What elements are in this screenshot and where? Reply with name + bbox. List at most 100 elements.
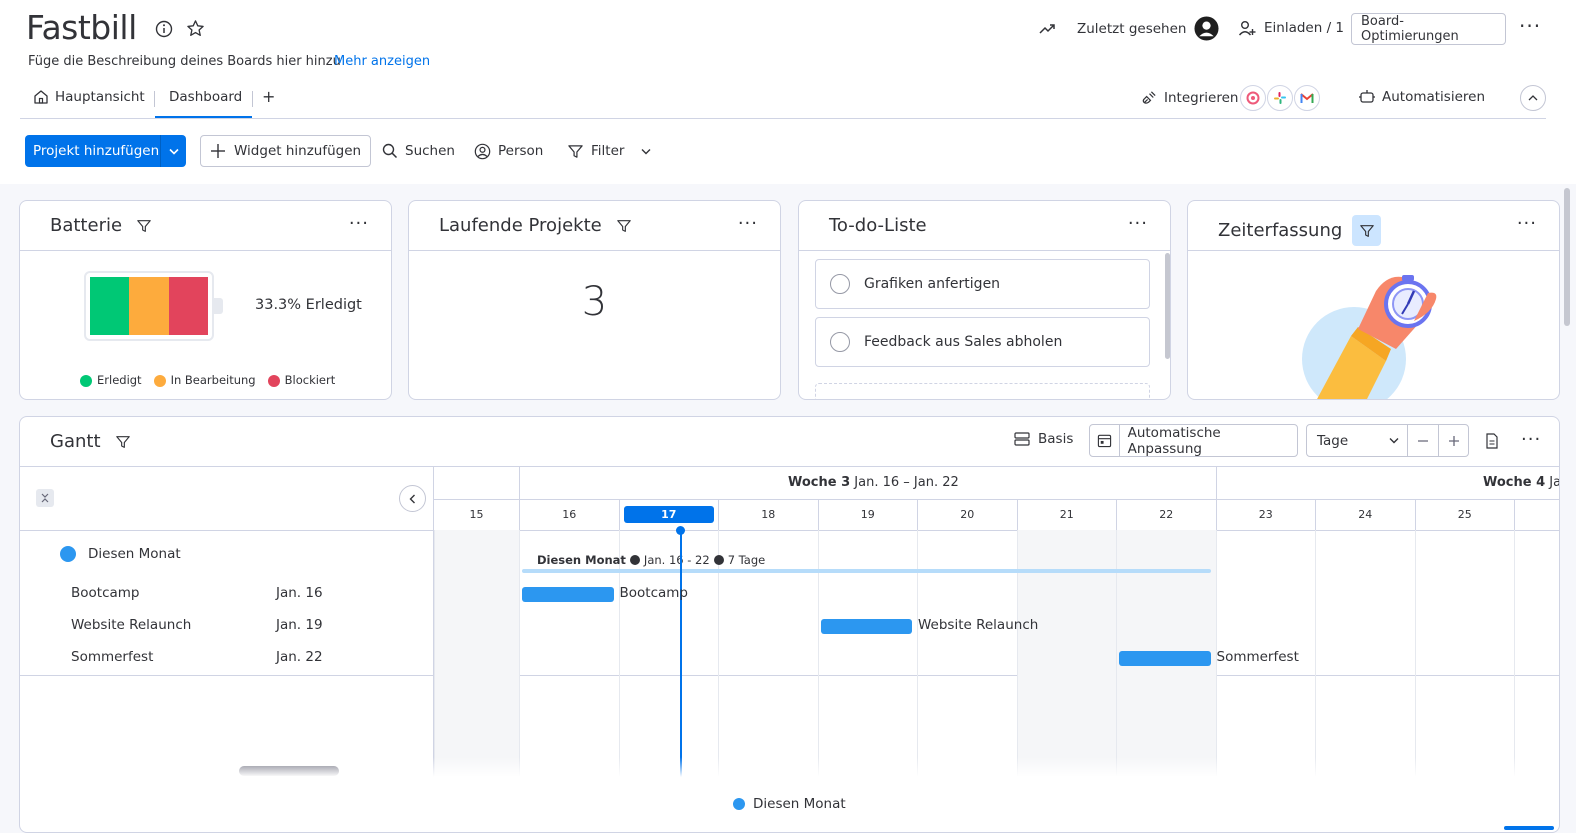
todo-item[interactable]: Grafiken anfertigen [815,259,1150,309]
gantt-bar[interactable] [820,619,912,634]
integration-app-icon [1240,85,1266,111]
zoom-out-button[interactable] [1407,425,1438,456]
filter-icon[interactable] [1352,215,1382,246]
last-seen-button[interactable]: Zuletzt gesehen [1077,16,1219,41]
widget-menu-icon[interactable]: ··· [1521,429,1541,450]
calendar-icon [1090,425,1120,456]
battery-segment-stuck [168,277,208,335]
todo-scrollbar[interactable] [1165,253,1170,359]
filter-button[interactable]: Filter [567,135,651,167]
item-name[interactable]: Sommerfest [71,649,153,665]
zoom-in-button[interactable] [1438,425,1469,456]
filter-icon[interactable] [616,218,632,234]
add-widget-label: Widget hinzufügen [234,143,362,159]
add-project-dropdown[interactable] [160,135,186,167]
add-user-icon [1238,19,1256,37]
info-icon[interactable] [155,20,173,38]
board-description[interactable]: Füge die Beschreibung deines Boards hier… [28,54,341,69]
add-view-button[interactable]: + [262,87,275,106]
filter-icon[interactable] [136,218,152,234]
add-project-button[interactable]: Projekt hinzufügen [25,135,186,167]
gantt-bar[interactable] [522,587,614,602]
todo-new-item[interactable] [815,383,1150,399]
today-pill: 17 [623,506,714,523]
board-optimizations-button[interactable]: Board-Optimierungen [1351,13,1506,45]
invite-button[interactable]: Einladen / 1 [1238,19,1344,37]
today-dot [676,526,685,535]
collapse-header-button[interactable] [1520,85,1546,111]
todo-item[interactable]: Feedback aus Sales abholen [815,317,1150,367]
day-column [917,530,1017,776]
gantt-bar[interactable] [1119,651,1211,666]
day-column [1514,530,1559,776]
filter-icon[interactable] [115,434,131,450]
gantt-bar-label: Website Relaunch [918,617,1039,633]
widget-divider [20,250,391,251]
widget-menu-icon[interactable]: ··· [1128,213,1148,234]
day-header-cell: 17 [618,500,719,530]
widget-menu-icon[interactable]: ··· [738,213,758,234]
item-name[interactable]: Website Relaunch [71,617,191,633]
tab-main-view[interactable]: Hauptansicht [33,89,145,105]
running-projects-header: Laufende Projekte [439,215,632,236]
invite-label: Einladen / 1 [1264,20,1345,36]
tab-dashboard[interactable]: Dashboard [169,89,242,105]
auto-fit-label: Automatische Anpassung [1127,424,1221,457]
add-project-label[interactable]: Projekt hinzufügen [25,135,160,167]
chevron-up-icon [1528,94,1538,102]
person-filter-button[interactable]: Person [474,135,543,167]
export-icon[interactable] [1485,433,1499,449]
collapse-all-icon[interactable] [36,489,54,507]
tab-separator [154,91,155,107]
chevron-down-icon[interactable] [641,148,651,155]
battery-widget-title: Batterie [50,215,123,236]
canvas-scrollbar[interactable] [1564,188,1570,326]
battery-widget: Batterie ··· 33.3% Erledigt Erledigt In … [19,200,392,400]
today-line [679,530,682,777]
day-header-cell: 19 [817,500,918,530]
add-widget-button[interactable]: Widget hinzufügen [200,135,372,167]
automate-button[interactable]: Automatisieren [1358,89,1485,105]
activity-icon[interactable] [1038,20,1056,38]
running-projects-count: 3 [581,279,608,325]
gantt-legend-label: Diesen Monat [753,796,846,812]
week-label: Woche 4 Jan [1483,475,1559,490]
chevron-down-icon [168,148,179,155]
stopwatch-illustration [1302,275,1437,399]
group-header[interactable]: Diesen Monat [60,546,181,562]
time-tracking-widget: Zeiterfassung ··· [1187,200,1560,400]
group-name: Diesen Monat [88,546,181,562]
widget-menu-icon[interactable]: ··· [1517,213,1537,234]
gantt-header: Gantt [50,431,131,452]
day-header-cell: 21 [1016,500,1117,530]
dot-icon [713,555,724,565]
tabs-divider [20,118,1546,119]
legend-dot [153,374,166,387]
day-column [434,530,519,776]
avatar-icon [1194,16,1219,41]
scale-select[interactable]: Tage [1306,424,1469,457]
person-icon [474,143,491,160]
todo-checkbox[interactable] [830,332,850,352]
todo-widget: To-do-Liste ··· Grafiken anfertigen Feed… [798,200,1171,400]
chevron-down-icon [1389,437,1399,444]
baseline-button[interactable]: Basis [1014,431,1073,447]
widget-menu-icon[interactable]: ··· [349,213,369,234]
group-summary-days: 7 Tage [727,553,766,567]
tab-separator [252,91,253,107]
group-summary-bar[interactable] [522,569,1211,573]
battery-percent: 33.3% Erledigt [255,297,362,313]
board-menu-icon[interactable]: ··· [1519,14,1541,38]
minus-icon [1417,435,1429,447]
board-title[interactable]: Fastbill [26,8,137,47]
search-button[interactable]: Suchen [382,135,455,167]
todo-checkbox[interactable] [830,274,850,294]
more-link[interactable]: Mehr anzeigen [334,54,430,69]
item-name[interactable]: Bootcamp [71,585,140,601]
auto-fit-button[interactable]: Automatische Anpassung [1089,424,1298,457]
dot-icon [629,555,640,565]
collapse-panel-button[interactable] [399,485,426,512]
integrate-button[interactable]: Integrieren [1141,89,1238,106]
star-icon[interactable] [186,19,205,38]
group-summary-name: Diesen Monat [537,553,626,567]
